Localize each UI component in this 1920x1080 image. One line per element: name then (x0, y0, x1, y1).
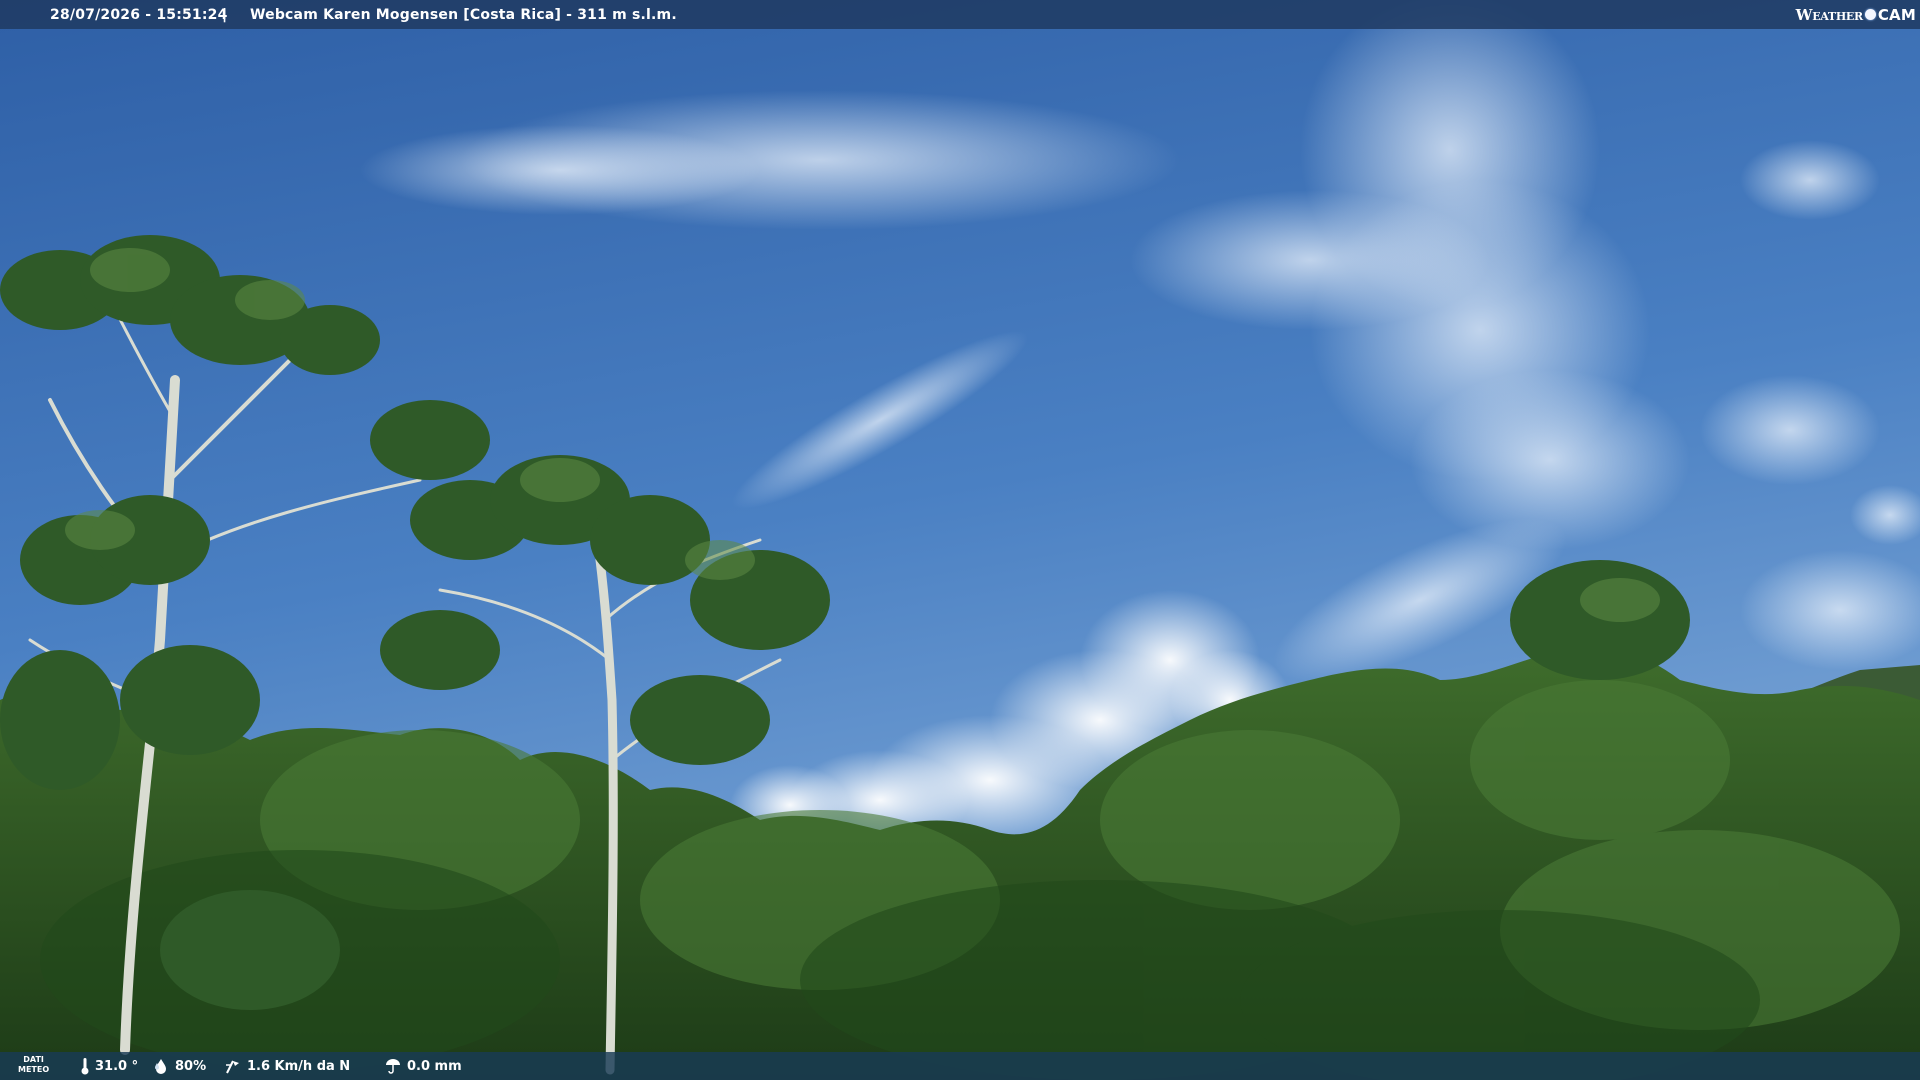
humidity-value: 80% (175, 1058, 207, 1074)
timestamp: 28/07/2026 - 15:51:24 (50, 6, 228, 23)
rain-value: 0.0 mm (407, 1058, 462, 1074)
humidity-readout: 80% (152, 1052, 206, 1080)
webcam-image (0, 0, 1920, 1080)
webcam-title: Webcam Karen Mogensen [Costa Rica] - 311… (250, 6, 677, 23)
logo-globe-icon (1864, 9, 1876, 20)
top-overlay-bar: 28/07/2026 - 15:51:24 | Webcam Karen Mog… (0, 0, 1920, 29)
rain-readout: 0.0 mm (384, 1052, 462, 1080)
dati-meteo-line2: METEO (18, 1065, 50, 1074)
dati-meteo-label: DATI METEO (18, 1055, 49, 1075)
wind-readout: 1.6 Km/h da N (224, 1052, 350, 1080)
logo-cam-text: CAM (1877, 5, 1916, 24)
wind-icon (226, 1060, 239, 1074)
wind-value: 1.6 Km/h da N (247, 1058, 351, 1074)
temperature-readout: 31.0 ° (80, 1052, 138, 1080)
humidity-icon (155, 1059, 166, 1074)
weather-data-bar: DATI METEO 31.0 ° 80% 1.6 Km/h da N 0.0 … (0, 1052, 1920, 1080)
rain-icon (386, 1059, 400, 1074)
weathercam-logo: Weather CAM (1788, 0, 1920, 29)
logo-weather-text: Weather (1795, 5, 1863, 24)
title-separator: | (222, 6, 228, 23)
temperature-value: 31.0 ° (95, 1058, 139, 1074)
thermometer-icon (81, 1058, 89, 1075)
dati-meteo-line1: DATI (23, 1055, 44, 1064)
